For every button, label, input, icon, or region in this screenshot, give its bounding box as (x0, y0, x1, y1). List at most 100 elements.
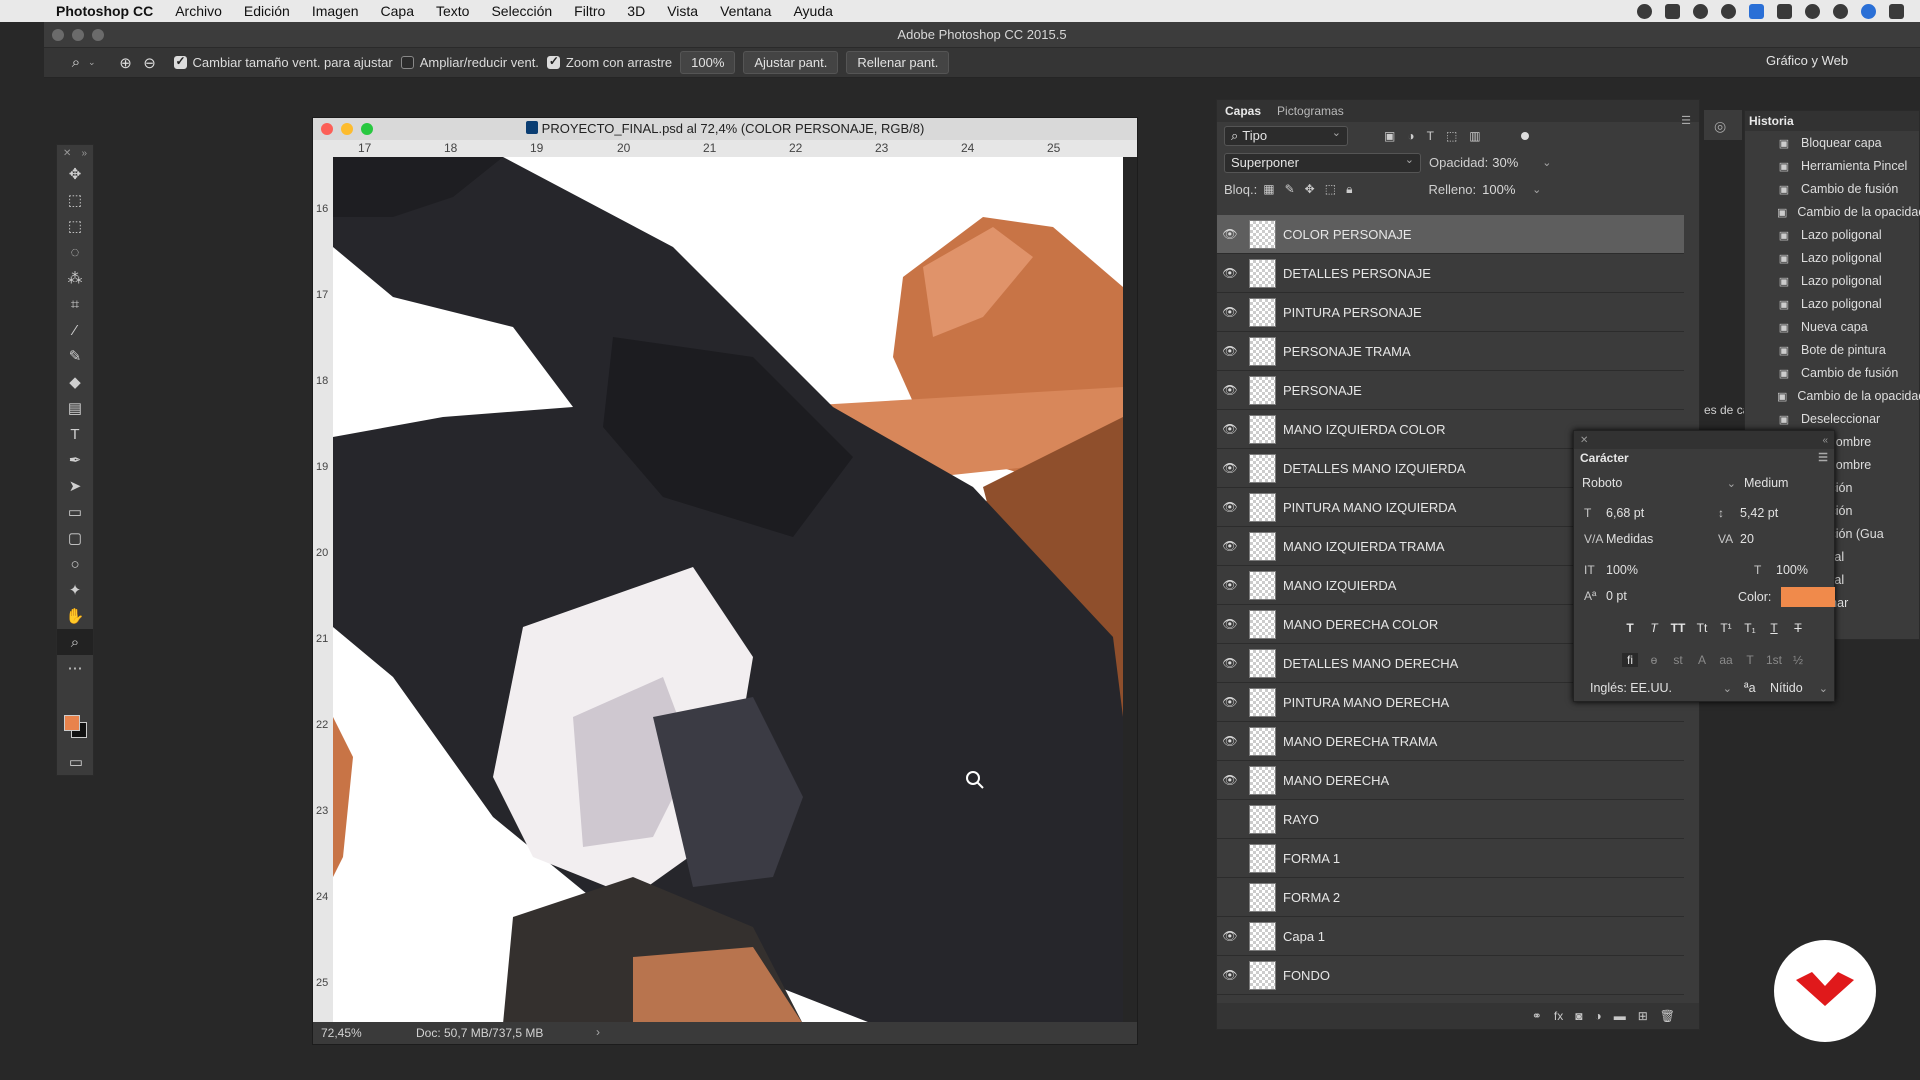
zoom-level[interactable]: 72,45% (321, 1026, 362, 1040)
menu-texto[interactable]: Texto (425, 3, 480, 19)
smart-object-filter-icon[interactable]: ▥ (1469, 129, 1480, 143)
ligatures-button[interactable]: fi (1622, 653, 1638, 667)
visibility-eye-icon[interactable]: 👁︎ (1217, 617, 1243, 631)
spotlight-icon[interactable] (1833, 3, 1848, 19)
history-state[interactable]: ▣ Lazo poligonal (1745, 269, 1919, 292)
scrubby-zoom-checkbox[interactable] (546, 54, 560, 69)
leading-field[interactable]: ↕ 5,42 pt (1718, 506, 1834, 520)
lock-transparency-icon[interactable]: ▦ (1263, 182, 1274, 197)
titling-alternates-button[interactable]: aa (1718, 653, 1734, 667)
horizontal-ruler[interactable]: 17 18 19 20 21 22 23 24 25 (333, 140, 1137, 157)
visibility-eye-icon[interactable]: 👁︎ (1217, 461, 1243, 475)
tracking-field[interactable]: VA 20 (1718, 532, 1834, 546)
history-state[interactable]: ▣ Lazo poligonal (1745, 292, 1919, 315)
stylistic-alternates-button[interactable]: A (1694, 653, 1710, 667)
menu-vista[interactable]: Vista (656, 3, 709, 19)
cloud-icon[interactable] (1693, 3, 1708, 19)
underline-button[interactable]: T (1766, 621, 1782, 635)
crop-tool-icon[interactable]: ⌗ (57, 291, 93, 317)
artboard-tool-icon[interactable]: ⬚ (57, 187, 93, 213)
antialias-dropdown[interactable]: Nítido ⌄ (1770, 681, 1830, 695)
menu-3d[interactable]: 3D (616, 3, 656, 19)
menu-ventana[interactable]: Ventana (709, 3, 782, 19)
blend-mode-dropdown[interactable]: Superponer (1224, 152, 1421, 173)
font-family-dropdown[interactable]: Roboto ⌄ (1582, 476, 1738, 490)
visibility-eye-icon[interactable]: 👁︎ (1217, 266, 1243, 280)
history-state[interactable]: ▣ Cambio de fusión (1745, 177, 1919, 200)
history-state[interactable]: ▣ Cambio de fusión (1745, 361, 1919, 384)
visibility-eye-icon[interactable]: 👁︎ (1217, 773, 1243, 787)
visibility-eye-icon[interactable]: 👁︎ (1217, 695, 1243, 709)
history-state[interactable]: ▣ Deseleccionar (1745, 407, 1919, 430)
layer-row[interactable]: 👁︎ PERSONAJE (1217, 371, 1684, 410)
wifi-icon[interactable] (1805, 3, 1820, 19)
chevron-down-icon[interactable]: ⌄ (1532, 183, 1541, 196)
custom-shape-tool-icon[interactable]: ✦ (57, 577, 93, 603)
color-field[interactable]: Color: (1738, 587, 1836, 607)
tab-caracter[interactable]: Carácter ☰ (1574, 449, 1834, 469)
subscript-button[interactable]: T₁ (1742, 621, 1758, 635)
kerning-field[interactable]: V/A Medidas (1584, 532, 1704, 546)
chevron-down-icon[interactable]: ⌄ (88, 57, 96, 68)
history-state[interactable]: ▣ Nueva capa (1745, 315, 1919, 338)
visibility-eye-icon[interactable]: 👁︎ (1217, 929, 1243, 943)
history-brush-icon[interactable]: ◎ (1714, 118, 1726, 135)
visibility-eye-icon[interactable]: 👁︎ (1217, 656, 1243, 670)
history-state[interactable]: ▣ Cambio de la opacidad (1745, 384, 1920, 407)
zoom-in-icon[interactable]: ⊕ (114, 54, 138, 72)
type-tool-icon[interactable]: T (57, 421, 93, 447)
lock-all-icon[interactable]: 🔒︎ (1346, 182, 1352, 197)
resize-windows-checkbox[interactable] (173, 54, 187, 69)
path-selection-tool-icon[interactable]: ➤ (57, 473, 93, 499)
adjustment-layer-icon[interactable]: ◑ (1594, 1009, 1601, 1023)
adjustment-filter-icon[interactable]: ◑ (1407, 129, 1414, 143)
dropbox-icon[interactable] (1665, 3, 1680, 19)
menu-archivo[interactable]: Archivo (164, 3, 233, 19)
font-style-dropdown[interactable]: Medium (1744, 476, 1830, 490)
superscript-button[interactable]: T¹ (1718, 621, 1734, 635)
lock-artboard-icon[interactable]: ⬚ (1325, 182, 1336, 197)
language-dropdown[interactable]: Inglés: EE.UU. ⌄ (1590, 681, 1732, 695)
move-tool-icon[interactable]: ✥ (57, 161, 93, 187)
shrink-windows-option[interactable]: Ampliar/reducir vent. (400, 55, 539, 70)
vertical-ruler[interactable]: 16 17 18 19 20 21 22 23 24 25 (313, 140, 333, 1024)
filter-toggle-icon[interactable] (1520, 131, 1529, 140)
fill-screen-button[interactable]: Rellenar pant. (846, 51, 950, 74)
ellipse-tool-icon[interactable]: ○ (57, 551, 93, 577)
gradient-tool-icon[interactable]: ▤ (57, 395, 93, 421)
ordinal-st-button[interactable]: 1st (1766, 653, 1782, 667)
layer-mask-icon[interactable]: ◙ (1575, 1009, 1582, 1023)
layer-row[interactable]: 👁︎ MANO DERECHA TRAMA (1217, 722, 1684, 761)
vertical-scale-field[interactable]: IT 100% (1584, 563, 1704, 577)
notification-icon[interactable] (1777, 3, 1792, 19)
layer-row[interactable]: 👁︎ PINTURA PERSONAJE (1217, 293, 1684, 332)
lock-position-icon[interactable]: ✥ (1305, 182, 1315, 197)
new-layer-icon[interactable]: ⊞ (1638, 1009, 1648, 1023)
layer-row[interactable]: 👁︎FORMA 1 (1217, 839, 1684, 878)
pen-tool-icon[interactable]: ✒ (57, 447, 93, 473)
history-state[interactable]: ▣ Cambio de la opacidad (1745, 200, 1920, 223)
shrink-windows-checkbox[interactable] (400, 56, 414, 69)
panel-menu-icon[interactable]: ☰ (1681, 114, 1691, 127)
history-state[interactable]: ▣ Herramienta Pincel (1745, 154, 1919, 177)
rectangle-tool-icon[interactable]: ▭ (57, 499, 93, 525)
visibility-eye-icon[interactable]: 👁︎ (1217, 968, 1243, 982)
siri-icon[interactable] (1861, 3, 1876, 19)
lock-pixels-icon[interactable]: ✎ (1285, 182, 1295, 197)
brush-tool-icon[interactable]: ✎ (57, 343, 93, 369)
tab-historia[interactable]: Historia (1745, 111, 1919, 131)
visibility-eye-icon[interactable]: 👁︎ (1217, 344, 1243, 358)
collapsed-panel-label[interactable]: es de ca (1704, 403, 1749, 417)
menu-edicion[interactable]: Edición (233, 3, 301, 19)
trash-icon[interactable]: 🗑︎ (1660, 1009, 1675, 1023)
fx-icon[interactable]: fx (1554, 1009, 1563, 1023)
visibility-eye-icon[interactable]: 👁︎ (1217, 539, 1243, 553)
panel-menu-icon[interactable]: ☰ (1818, 451, 1828, 464)
close-icon[interactable]: ✕ (1580, 435, 1588, 446)
visibility-eye-icon[interactable]: 👁︎ (1217, 422, 1243, 436)
menu-filtro[interactable]: Filtro (563, 3, 616, 19)
baseline-shift-field[interactable]: Aª 0 pt (1584, 589, 1704, 603)
faux-bold-button[interactable]: T (1622, 621, 1638, 635)
menu-imagen[interactable]: Imagen (301, 3, 370, 19)
group-folder-icon[interactable]: ▬ (1614, 1009, 1626, 1023)
